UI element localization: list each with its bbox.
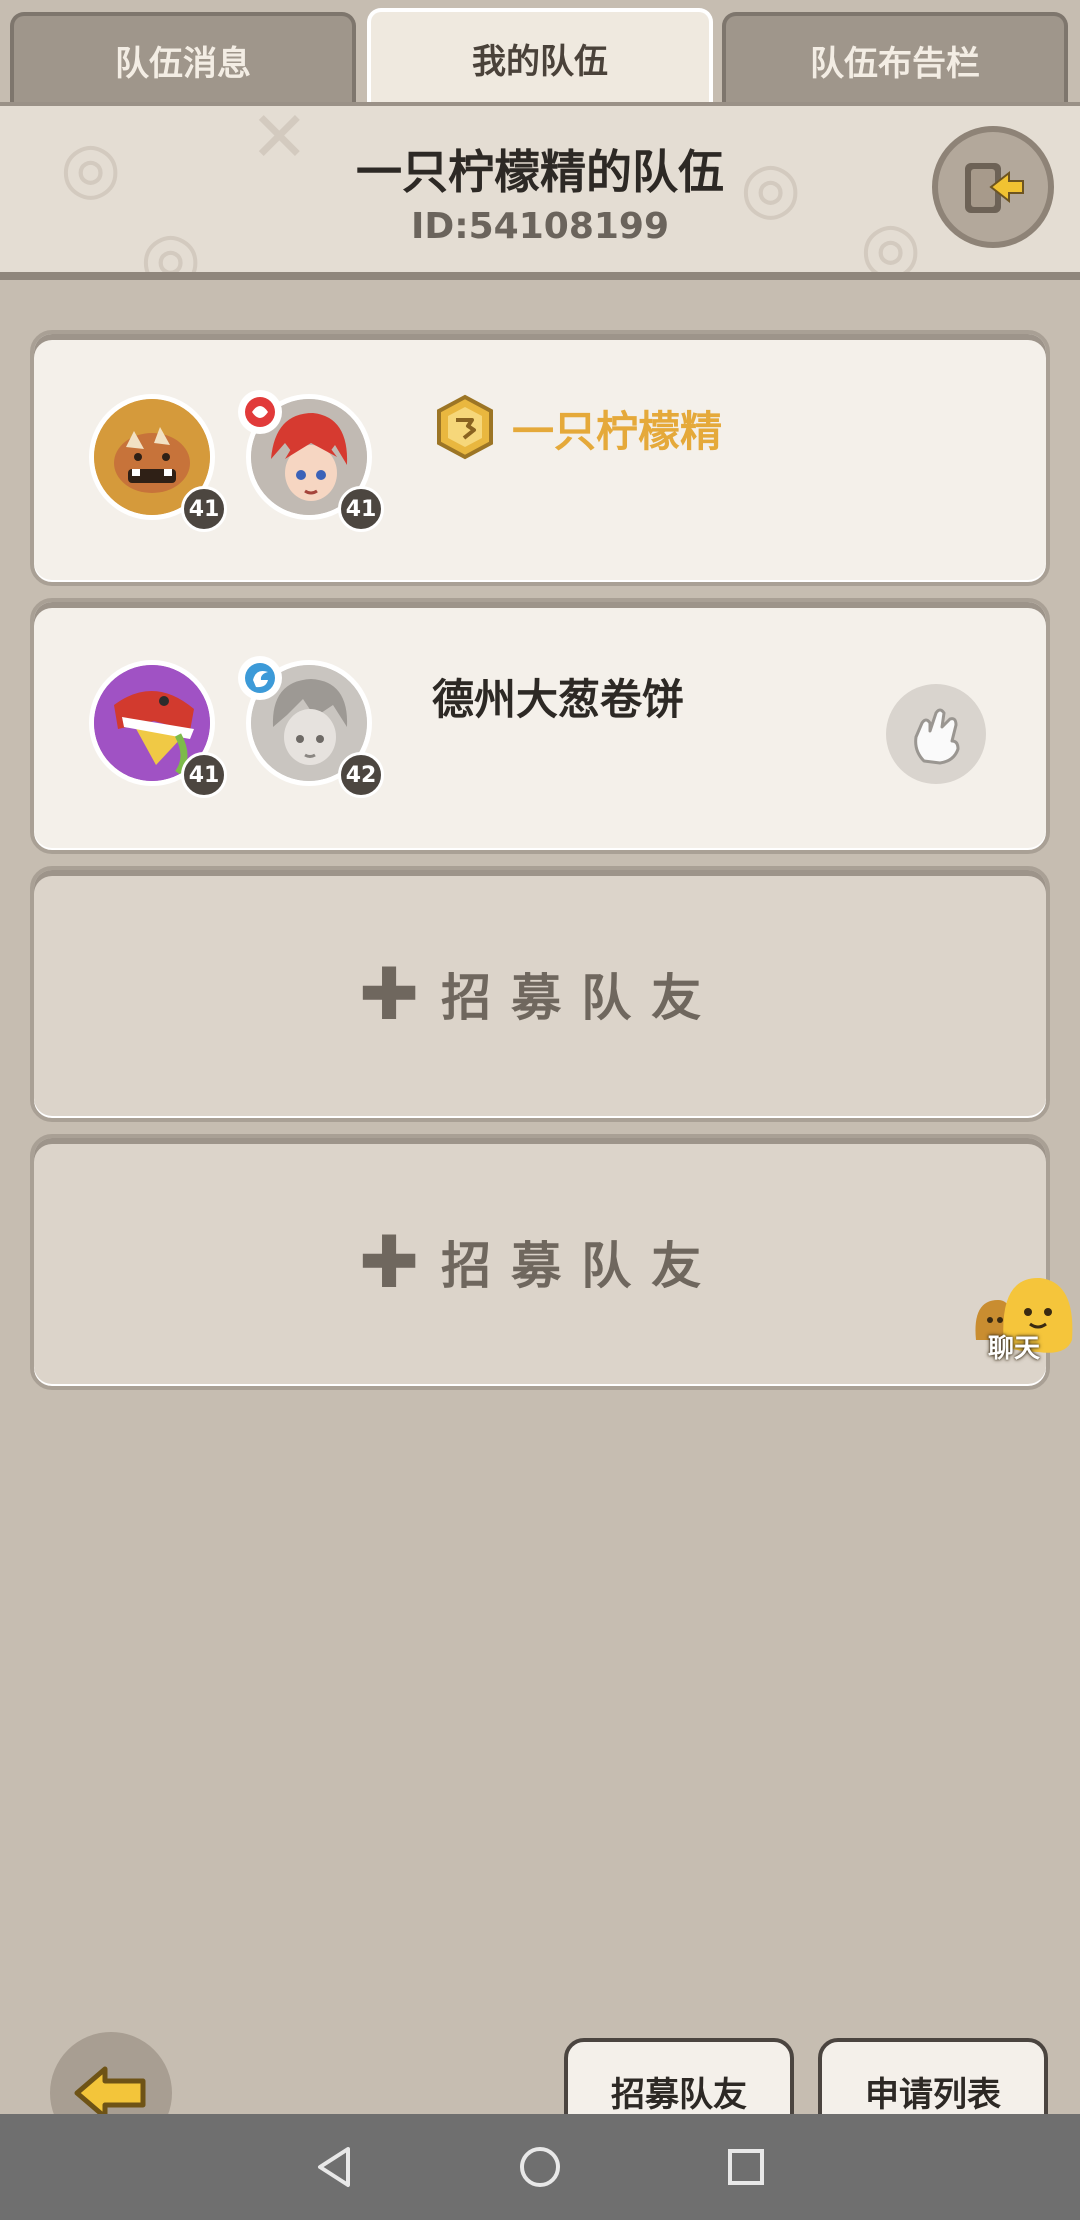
chat-button[interactable]: 聊天 <box>968 1270 1080 1370</box>
recruit-slot-label: 招募队友 <box>441 1237 722 1295</box>
recruit-slot-label: 招募队友 <box>441 969 722 1027</box>
pet-level-badge: 41 <box>181 486 227 532</box>
like-button[interactable] <box>886 684 986 784</box>
plus-icon: ✚ <box>358 952 420 1036</box>
team-member-card[interactable]: 41 42 德州大葱卷饼 <box>30 598 1050 854</box>
pet-level-badge: 41 <box>181 752 227 798</box>
team-header: ◎ ◎ ✕ ◎ ◎ 一只柠檬精的队伍 ID:54108199 <box>0 102 1080 280</box>
system-nav-bar <box>0 2114 1080 2220</box>
leave-team-button[interactable] <box>932 126 1054 248</box>
member-name: 德州大葱卷饼 <box>432 675 685 724</box>
team-id: ID:54108199 <box>410 206 670 247</box>
finger-heart-icon <box>914 708 960 765</box>
chat-label: 聊天 <box>988 1334 1041 1364</box>
nav-home-icon[interactable] <box>516 2143 564 2191</box>
recruit-slot-content: ✚ 招募队友 <box>34 1138 1046 1386</box>
class-badge-red-icon <box>238 390 282 434</box>
tab-bar: 队伍消息 我的队伍 队伍布告栏 <box>0 0 1080 104</box>
team-leader-icon <box>437 394 493 460</box>
recruit-slot[interactable]: ✚ 招募队友 <box>30 1134 1050 1390</box>
nav-back-icon[interactable] <box>312 2143 356 2191</box>
team-member-card[interactable]: 41 41 一只柠檬精 <box>30 330 1050 586</box>
recruit-slot[interactable]: ✚ 招募队友 <box>30 866 1050 1122</box>
character-level-badge: 42 <box>338 752 384 798</box>
tab-my-team[interactable]: 我的队伍 <box>367 8 713 104</box>
class-badge-blue-icon <box>238 656 282 700</box>
recruit-slot-content: ✚ 招募队友 <box>34 870 1046 1118</box>
tab-team-messages[interactable]: 队伍消息 <box>10 12 356 104</box>
leave-team-icon <box>965 163 1024 213</box>
nav-recents-icon[interactable] <box>724 2145 768 2189</box>
character-level-badge: 41 <box>338 486 384 532</box>
tab-team-bulletin[interactable]: 队伍布告栏 <box>722 12 1068 104</box>
team-title: 一只柠檬精的队伍 <box>356 145 724 199</box>
plus-icon: ✚ <box>358 1220 420 1304</box>
leader-name: 一只柠檬精 <box>512 407 723 456</box>
